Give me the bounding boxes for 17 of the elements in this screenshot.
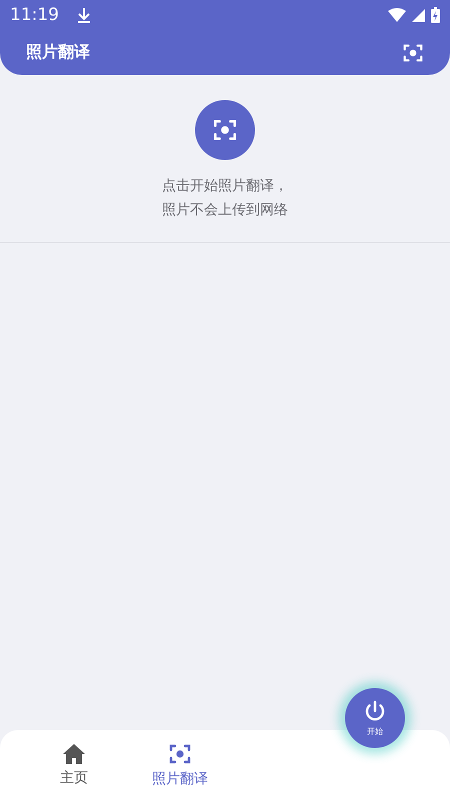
signal-icon bbox=[412, 8, 425, 22]
download-icon bbox=[77, 7, 91, 23]
scan-icon bbox=[168, 742, 192, 766]
app-title: 照片翻译 bbox=[26, 42, 90, 63]
start-button[interactable]: 开始 bbox=[345, 688, 405, 748]
status-time: 11:19 bbox=[10, 5, 59, 25]
hint-text: 点击开始照片翻译， bbox=[162, 177, 288, 196]
power-icon bbox=[363, 700, 387, 724]
home-icon bbox=[62, 743, 86, 765]
scan-button[interactable] bbox=[402, 42, 424, 64]
wifi-icon bbox=[388, 8, 406, 22]
nav-tab[interactable]: 照片翻译 bbox=[130, 730, 230, 800]
hint-text: 照片不会上传到网络 bbox=[162, 201, 288, 220]
nav-tab[interactable]: 主页 bbox=[24, 730, 124, 800]
scan-icon bbox=[402, 42, 424, 64]
scan-icon bbox=[212, 117, 238, 143]
battery-icon bbox=[431, 7, 440, 23]
